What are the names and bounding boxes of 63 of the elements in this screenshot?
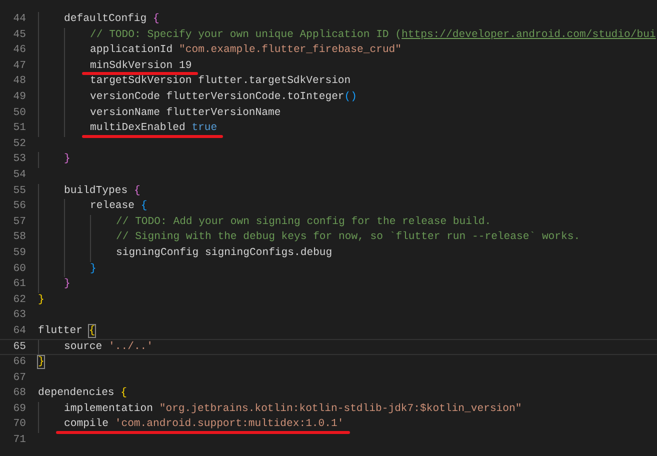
line-number: 71 bbox=[12, 433, 26, 448]
line-number: 66 bbox=[12, 355, 26, 370]
code-text: source bbox=[64, 341, 104, 354]
line-number: 56 bbox=[12, 199, 26, 214]
bracket: { bbox=[134, 184, 140, 197]
line-number: 69 bbox=[12, 402, 26, 417]
line-number: 65 bbox=[12, 340, 26, 354]
code-text: applicationId bbox=[90, 44, 174, 56]
line-number: 44 bbox=[12, 12, 26, 27]
code-comment: // Signing with the debug keys for now, so `flutter run --release` works. bbox=[116, 231, 580, 244]
string-literal: "org.jetbrains.kotlin:kotlin-stdlib-jdk7:$kotlin_version" bbox=[159, 402, 522, 415]
bracket: } bbox=[64, 278, 70, 290]
code-text: minSdkVersion 19 bbox=[90, 60, 192, 72]
line-number: 45 bbox=[12, 28, 26, 43]
line-number: 67 bbox=[12, 370, 26, 386]
line-number: 53 bbox=[12, 152, 26, 168]
string-literal: 'com.android.support:multidex:1.0.1' bbox=[114, 418, 344, 430]
code-text: signingConfig signingConfigs.debug bbox=[116, 246, 332, 259]
code-text: versionCode flutterVersionCode.toInteger bbox=[90, 90, 344, 103]
bracket: } bbox=[38, 356, 44, 368]
code-text: release bbox=[90, 200, 136, 212]
code-text: versionName flutterVersionName bbox=[90, 106, 281, 119]
line-number: 54 bbox=[12, 168, 26, 183]
string-literal: "com.example.flutter_firebase_crud" bbox=[179, 44, 402, 56]
bracket: { bbox=[140, 200, 148, 212]
bracket: () bbox=[344, 90, 358, 103]
line-number: 46 bbox=[12, 43, 26, 58]
code-text: targetSdkVersion flutter.targetSdkVersion bbox=[90, 75, 351, 88]
line-number: 60 bbox=[12, 262, 26, 276]
line-number: 64 bbox=[12, 324, 26, 339]
line-number: 52 bbox=[12, 136, 26, 152]
line-number: 61 bbox=[12, 277, 26, 292]
bracket: { bbox=[88, 324, 96, 337]
bracket: { bbox=[153, 13, 160, 25]
code-text: dependencies bbox=[38, 387, 116, 400]
code-text: flutter bbox=[38, 324, 84, 337]
line-number: 62 bbox=[12, 292, 26, 308]
line-number: 63 bbox=[12, 308, 26, 324]
bracket: } bbox=[38, 294, 44, 306]
keyword: true bbox=[192, 122, 218, 134]
line-number: 50 bbox=[12, 106, 26, 121]
line-number: 48 bbox=[12, 74, 26, 90]
code-text: defaultConfig bbox=[64, 13, 148, 25]
bracket: } bbox=[90, 262, 96, 274]
code-comment: // TODO: Add your own signing config for the release build. bbox=[116, 216, 492, 228]
code-text: implementation bbox=[64, 402, 154, 415]
bracket: { bbox=[120, 387, 128, 400]
line-number: 58 bbox=[12, 230, 26, 246]
line-number: 68 bbox=[12, 386, 26, 402]
comment-link[interactable]: https://developer.android.com/studio/bui bbox=[402, 28, 656, 41]
code-comment: // TODO: Specify your own unique Application ID ( bbox=[90, 28, 402, 41]
line-number: 55 bbox=[12, 184, 26, 199]
line-number: 59 bbox=[12, 246, 26, 261]
code-text: buildTypes bbox=[64, 184, 129, 197]
line-number: 57 bbox=[12, 214, 26, 230]
bracket: } bbox=[64, 153, 70, 166]
line-number: 51 bbox=[12, 121, 26, 136]
string-literal: '../..' bbox=[108, 341, 154, 354]
line-number: 49 bbox=[12, 90, 26, 105]
code-text: multiDexEnabled bbox=[90, 122, 186, 134]
line-number: 47 bbox=[12, 58, 26, 74]
line-number: 70 bbox=[12, 417, 26, 432]
code-text: compile bbox=[64, 418, 110, 430]
